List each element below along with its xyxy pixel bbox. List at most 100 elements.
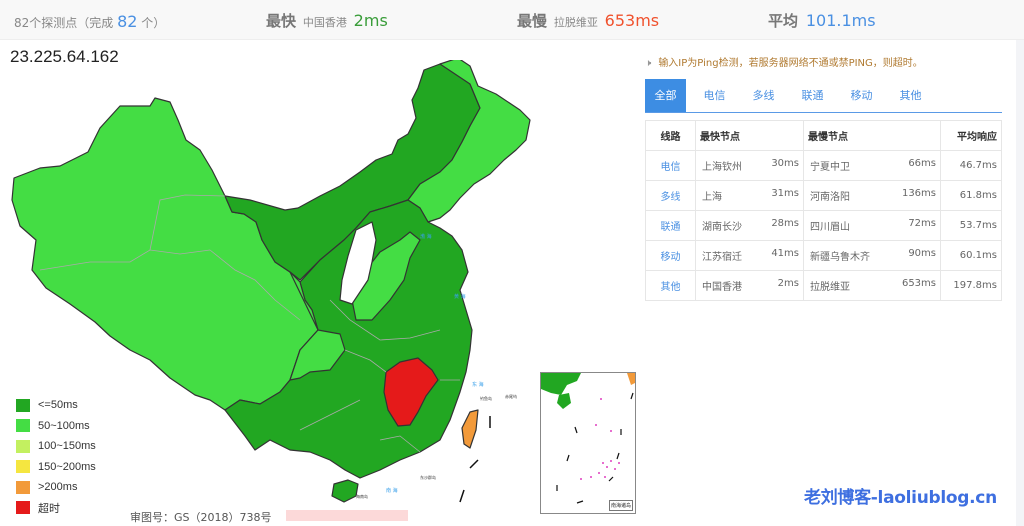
probe-prefix: 82个探测点（完成 <box>14 16 114 30</box>
svg-text:钓鱼岛: 钓鱼岛 <box>480 395 492 401</box>
svg-text:东 海: 东 海 <box>472 381 484 388</box>
node-ms: 653ms <box>901 278 936 289</box>
tab-telecom[interactable]: 电信 <box>690 79 739 112</box>
legend-label: 150~200ms <box>38 460 96 473</box>
fastest-node: 中国香港 <box>302 16 347 29</box>
header-slowest-node: 最慢节点 <box>803 120 941 151</box>
route-summary-table: 线路 最快节点 最慢节点 平均响应 电信 上海钦州 30ms 宁夏中卫 66ms 4… <box>645 120 1002 301</box>
header-average: 平均响应 <box>940 120 1002 151</box>
legend-label: 超时 <box>38 502 60 515</box>
legend-swatch <box>16 439 30 453</box>
south-china-sea-inset: 南海诸岛 <box>540 372 636 514</box>
average-label: 平均 <box>768 12 799 30</box>
table-header-row: 线路 最快节点 最慢节点 平均响应 <box>645 120 1002 151</box>
node-name: 湖南长沙 <box>702 222 742 233</box>
legend-item: 超时 <box>16 498 96 519</box>
line-link[interactable]: 其他 <box>645 270 696 301</box>
legend-item: >200ms <box>16 477 96 498</box>
map-region-hainan <box>331 479 359 503</box>
node-ms: 28ms <box>771 218 799 229</box>
line-link[interactable]: 联通 <box>645 210 696 241</box>
slowest-value: 653ms <box>604 11 660 30</box>
notice-text: 输入IP为Ping检测，若服务器网络不通或禁PING，则超时。 <box>658 58 923 69</box>
tab-multiline[interactable]: 多线 <box>739 79 788 112</box>
slowest-node-cell: 新疆乌鲁木齐 90ms <box>803 240 941 271</box>
legend-item: 50~100ms <box>16 416 96 437</box>
legend-swatch <box>16 480 30 494</box>
line-link[interactable]: 移动 <box>645 240 696 271</box>
node-name: 拉脱维亚 <box>810 282 850 293</box>
table-row: 移动 江苏宿迁 41ms 新疆乌鲁木齐 90ms 60.1ms <box>645 240 1002 271</box>
svg-text:海南岛: 海南岛 <box>356 493 368 499</box>
inset-map <box>541 373 635 504</box>
legend-swatch <box>16 460 30 474</box>
legend-item: 150~200ms <box>16 457 96 478</box>
speaker-icon: 🕨 <box>645 58 652 69</box>
average-cell: 61.8ms <box>940 180 1002 211</box>
map-approval-number: 审图号：GS（2018）738号 <box>130 511 272 524</box>
svg-text:赤尾屿: 赤尾屿 <box>505 393 517 399</box>
average-cell: 197.8ms <box>940 270 1002 301</box>
summary-bar: 82个探测点（完成 82 个） 最快 中国香港 2ms 最慢 拉脱维亚 653m… <box>0 0 1024 40</box>
svg-text:东沙群岛: 东沙群岛 <box>420 474 436 480</box>
slowest-node-cell: 宁夏中卫 66ms <box>803 150 941 181</box>
table-row: 多线 上海 31ms 河南洛阳 136ms 61.8ms <box>645 180 1002 211</box>
inset-caption: 南海诸岛 <box>608 500 633 511</box>
fastest-stat: 最快 中国香港 2ms <box>266 10 388 31</box>
node-ms: 2ms <box>777 278 799 289</box>
average-stat: 平均 101.1ms <box>768 10 876 31</box>
node-name: 江苏宿迁 <box>702 252 742 263</box>
node-name: 新疆乌鲁木齐 <box>810 252 870 263</box>
node-name: 四川眉山 <box>810 222 850 233</box>
legend-item: 100~150ms <box>16 436 96 457</box>
svg-text:黄 海: 黄 海 <box>454 293 466 300</box>
line-tabs: 全部 电信 多线 联通 移动 其他 <box>645 79 1002 113</box>
map-legend: <=50ms 50~100ms 100~150ms 150~200ms >200… <box>16 395 96 518</box>
svg-text:南 海: 南 海 <box>386 487 398 494</box>
legend-label: >200ms <box>38 481 78 494</box>
legend-label: 100~150ms <box>38 440 96 453</box>
blurred-region <box>286 510 408 521</box>
slowest-node-cell: 四川眉山 72ms <box>803 210 941 241</box>
tab-mobile[interactable]: 移动 <box>837 79 886 112</box>
site-watermark: 老刘博客-laoliublog.cn <box>804 488 997 508</box>
average-cell: 60.1ms <box>940 240 1002 271</box>
node-ms: 136ms <box>901 188 936 199</box>
slowest-node-cell: 拉脱维亚 653ms <box>803 270 941 301</box>
legend-label: 50~100ms <box>38 419 90 432</box>
map-region-taiwan <box>461 409 479 449</box>
legend-swatch <box>16 419 30 433</box>
header-line: 线路 <box>645 120 696 151</box>
tab-all[interactable]: 全部 <box>645 79 686 112</box>
legend-swatch <box>16 398 30 412</box>
node-name: 宁夏中卫 <box>810 162 850 173</box>
tab-other[interactable]: 其他 <box>886 79 935 112</box>
line-link[interactable]: 多线 <box>645 180 696 211</box>
scrollbar-track[interactable] <box>1016 40 1024 526</box>
node-ms: 72ms <box>908 218 936 229</box>
fastest-node-cell: 江苏宿迁 41ms <box>695 240 804 271</box>
tab-unicom[interactable]: 联通 <box>788 79 837 112</box>
node-ms: 90ms <box>908 248 936 259</box>
svg-text:渤 海: 渤 海 <box>420 233 432 240</box>
line-link[interactable]: 电信 <box>645 150 696 181</box>
fastest-label: 最快 <box>266 12 297 30</box>
fastest-node-cell: 上海钦州 30ms <box>695 150 804 181</box>
slowest-stat: 最慢 拉脱维亚 653ms <box>517 10 659 31</box>
header-fastest-node: 最快节点 <box>695 120 804 151</box>
notice: 🕨 输入IP为Ping检测，若服务器网络不通或禁PING，则超时。 <box>645 54 923 69</box>
node-ms: 30ms <box>771 158 799 169</box>
table-row: 其他 中国香港 2ms 拉脱维亚 653ms 197.8ms <box>645 270 1002 301</box>
slowest-label: 最慢 <box>517 12 548 30</box>
average-cell: 53.7ms <box>940 210 1002 241</box>
node-name: 上海 <box>702 192 722 203</box>
node-name: 河南洛阳 <box>810 192 850 203</box>
legend-swatch <box>16 501 30 515</box>
fastest-node-cell: 湖南长沙 28ms <box>695 210 804 241</box>
fastest-node-cell: 上海 31ms <box>695 180 804 211</box>
legend-label: <=50ms <box>38 399 78 412</box>
probe-suffix: 个） <box>141 16 166 30</box>
slowest-node: 拉脱维亚 <box>553 16 598 29</box>
probe-done-count: 82 <box>117 12 138 31</box>
probe-count: 82个探测点（完成 82 个） <box>14 12 165 31</box>
